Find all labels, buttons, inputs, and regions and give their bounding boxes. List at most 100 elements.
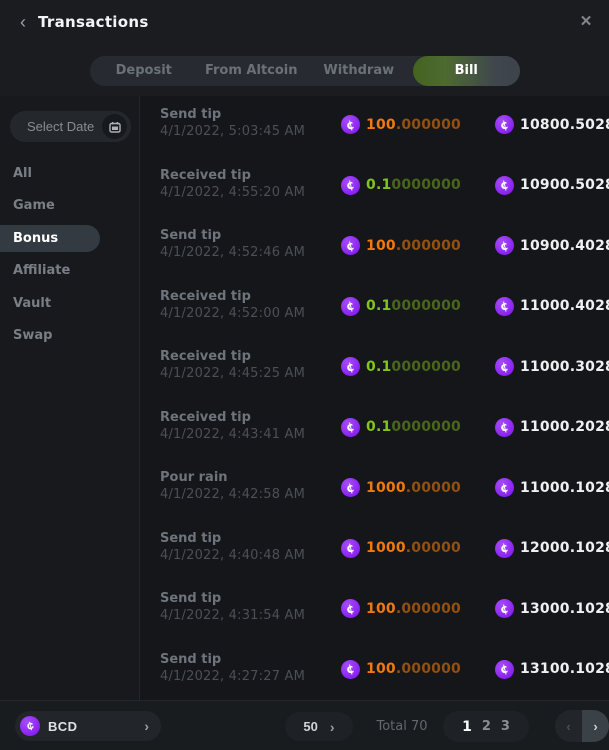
currency-label: BCD <box>48 719 144 734</box>
transaction-datetime: 4/1/2022, 4:31:54 AM <box>160 608 305 623</box>
transaction-row: Received tip 4/1/2022, 4:52:00 AM ¢ 0.10… <box>140 282 609 343</box>
transaction-balance: ¢ 11000.3028 <box>495 357 609 376</box>
transaction-amount: ¢ 100.000000 <box>341 599 461 618</box>
page-size-selector[interactable]: 50 › <box>285 712 353 741</box>
transaction-datetime: 4/1/2022, 4:52:00 AM <box>160 306 305 321</box>
amount-value: 0.10000000 <box>366 359 461 375</box>
amount-value: 0.10000000 <box>366 177 461 193</box>
filter-item[interactable]: Bonus <box>0 225 100 252</box>
amount-value: 0.10000000 <box>366 298 461 314</box>
transaction-list: Send tip 4/1/2022, 5:03:45 AM ¢ 100.0000… <box>140 100 609 700</box>
transaction-amount: ¢ 0.10000000 <box>341 297 461 316</box>
transaction-amount: ¢ 0.10000000 <box>341 418 461 437</box>
transaction-datetime: 4/1/2022, 4:52:46 AM <box>160 245 305 260</box>
transaction-row: Received tip 4/1/2022, 4:45:25 AM ¢ 0.10… <box>140 342 609 403</box>
transaction-type: Send tip <box>160 591 221 606</box>
page-number[interactable]: 1 <box>462 719 472 735</box>
amount-value: 100.000000 <box>366 117 461 133</box>
filter-item[interactable]: Swap <box>0 320 139 352</box>
balance-value: 10900.4028 <box>520 238 609 254</box>
amount-value: 1000.00000 <box>366 540 461 556</box>
transaction-type: Received tip <box>160 349 251 364</box>
balance-value: 10900.5028 <box>520 177 609 193</box>
balance-value: 13000.1028 <box>520 601 609 617</box>
prev-page-button[interactable]: ‹ <box>555 710 582 742</box>
transaction-row: Send tip 4/1/2022, 4:52:46 AM ¢ 100.0000… <box>140 221 609 282</box>
tab[interactable]: From Altcoin <box>198 56 306 86</box>
close-icon[interactable]: ✕ <box>575 11 597 33</box>
calendar-icon <box>102 114 127 139</box>
transaction-type: Received tip <box>160 289 251 304</box>
balance-value: 12000.1028 <box>520 540 609 556</box>
transaction-amount: ¢ 0.10000000 <box>341 176 461 195</box>
transaction-type: Send tip <box>160 107 221 122</box>
transaction-balance: ¢ 10800.5028 <box>495 115 609 134</box>
bcd-coin-icon: ¢ <box>341 176 360 195</box>
transaction-type: Send tip <box>160 228 221 243</box>
bcd-coin-icon: ¢ <box>495 357 514 376</box>
filter-item[interactable]: Affiliate <box>0 255 139 287</box>
bcd-coin-icon: ¢ <box>341 418 360 437</box>
bcd-coin-icon: ¢ <box>341 478 360 497</box>
transaction-balance: ¢ 11000.2028 <box>495 418 609 437</box>
bcd-coin-icon: ¢ <box>495 297 514 316</box>
amount-value: 100.000000 <box>366 601 461 617</box>
transaction-row: Send tip 4/1/2022, 4:27:27 AM ¢ 100.0000… <box>140 645 609 701</box>
balance-value: 11000.1028 <box>520 480 609 496</box>
balance-value: 10800.5028 <box>520 117 609 133</box>
filter-item[interactable]: All <box>0 158 139 190</box>
bcd-coin-icon: ¢ <box>495 660 514 679</box>
bcd-coin-icon: ¢ <box>495 176 514 195</box>
bcd-coin-icon: ¢ <box>341 297 360 316</box>
tab[interactable]: Bill <box>413 56 521 86</box>
transaction-balance: ¢ 13000.1028 <box>495 599 609 618</box>
balance-value: 11000.4028 <box>520 298 609 314</box>
tab[interactable]: Withdraw <box>305 56 413 86</box>
chevron-right-icon: › <box>330 719 335 735</box>
transaction-amount: ¢ 100.000000 <box>341 660 461 679</box>
amount-value: 0.10000000 <box>366 419 461 435</box>
bcd-coin-icon: ¢ <box>495 236 514 255</box>
transaction-amount: ¢ 1000.00000 <box>341 478 461 497</box>
transaction-type: Send tip <box>160 652 221 667</box>
select-date-button[interactable]: Select Date <box>10 111 131 142</box>
transaction-datetime: 4/1/2022, 4:40:48 AM <box>160 548 305 563</box>
amount-value: 1000.00000 <box>366 480 461 496</box>
transaction-datetime: 4/1/2022, 4:42:58 AM <box>160 487 305 502</box>
bcd-coin-icon: ¢ <box>495 115 514 134</box>
total-count-label: Total 70 <box>372 719 432 734</box>
page-number[interactable]: 3 <box>501 719 510 734</box>
transaction-datetime: 4/1/2022, 4:45:25 AM <box>160 366 305 381</box>
transaction-balance: ¢ 11000.4028 <box>495 297 609 316</box>
content-area: Select Date All Game Bonus <box>0 96 609 700</box>
transaction-tabs: Deposit From Altcoin Withdraw Bill <box>90 56 520 86</box>
chevron-right-icon: › <box>144 718 149 734</box>
amount-value: 100.000000 <box>366 238 461 254</box>
page-number[interactable]: 2 <box>482 719 491 734</box>
transaction-amount: ¢ 0.10000000 <box>341 357 461 376</box>
bcd-coin-icon: ¢ <box>341 236 360 255</box>
modal-header: ‹ Transactions ✕ <box>0 0 609 44</box>
filter-item[interactable]: Vault <box>0 288 139 320</box>
transaction-type: Received tip <box>160 410 251 425</box>
bcd-coin-icon: ¢ <box>341 357 360 376</box>
transaction-row: Send tip 4/1/2022, 4:31:54 AM ¢ 100.0000… <box>140 584 609 645</box>
transaction-balance: ¢ 13100.1028 <box>495 660 609 679</box>
transaction-type: Pour rain <box>160 470 228 485</box>
transaction-balance: ¢ 12000.1028 <box>495 539 609 558</box>
back-button[interactable]: ‹ <box>12 11 34 33</box>
transaction-type: Received tip <box>160 168 251 183</box>
transaction-row: Pour rain 4/1/2022, 4:42:58 AM ¢ 1000.00… <box>140 463 609 524</box>
page-title: Transactions <box>38 13 149 31</box>
transaction-datetime: 4/1/2022, 4:43:41 AM <box>160 427 305 442</box>
transaction-type: Send tip <box>160 531 221 546</box>
transaction-balance: ¢ 11000.1028 <box>495 478 609 497</box>
currency-selector[interactable]: ¢ BCD › <box>15 711 161 741</box>
filter-item[interactable]: Game <box>0 190 139 222</box>
balance-value: 11000.2028 <box>520 419 609 435</box>
next-page-button[interactable]: › <box>582 710 609 742</box>
pager-arrows: ‹ › <box>555 710 609 742</box>
footer-bar: ¢ BCD › 50 › Total 70 1 2 3 ‹ › <box>0 700 609 750</box>
tab[interactable]: Deposit <box>90 56 198 86</box>
transaction-datetime: 4/1/2022, 4:27:27 AM <box>160 669 305 684</box>
